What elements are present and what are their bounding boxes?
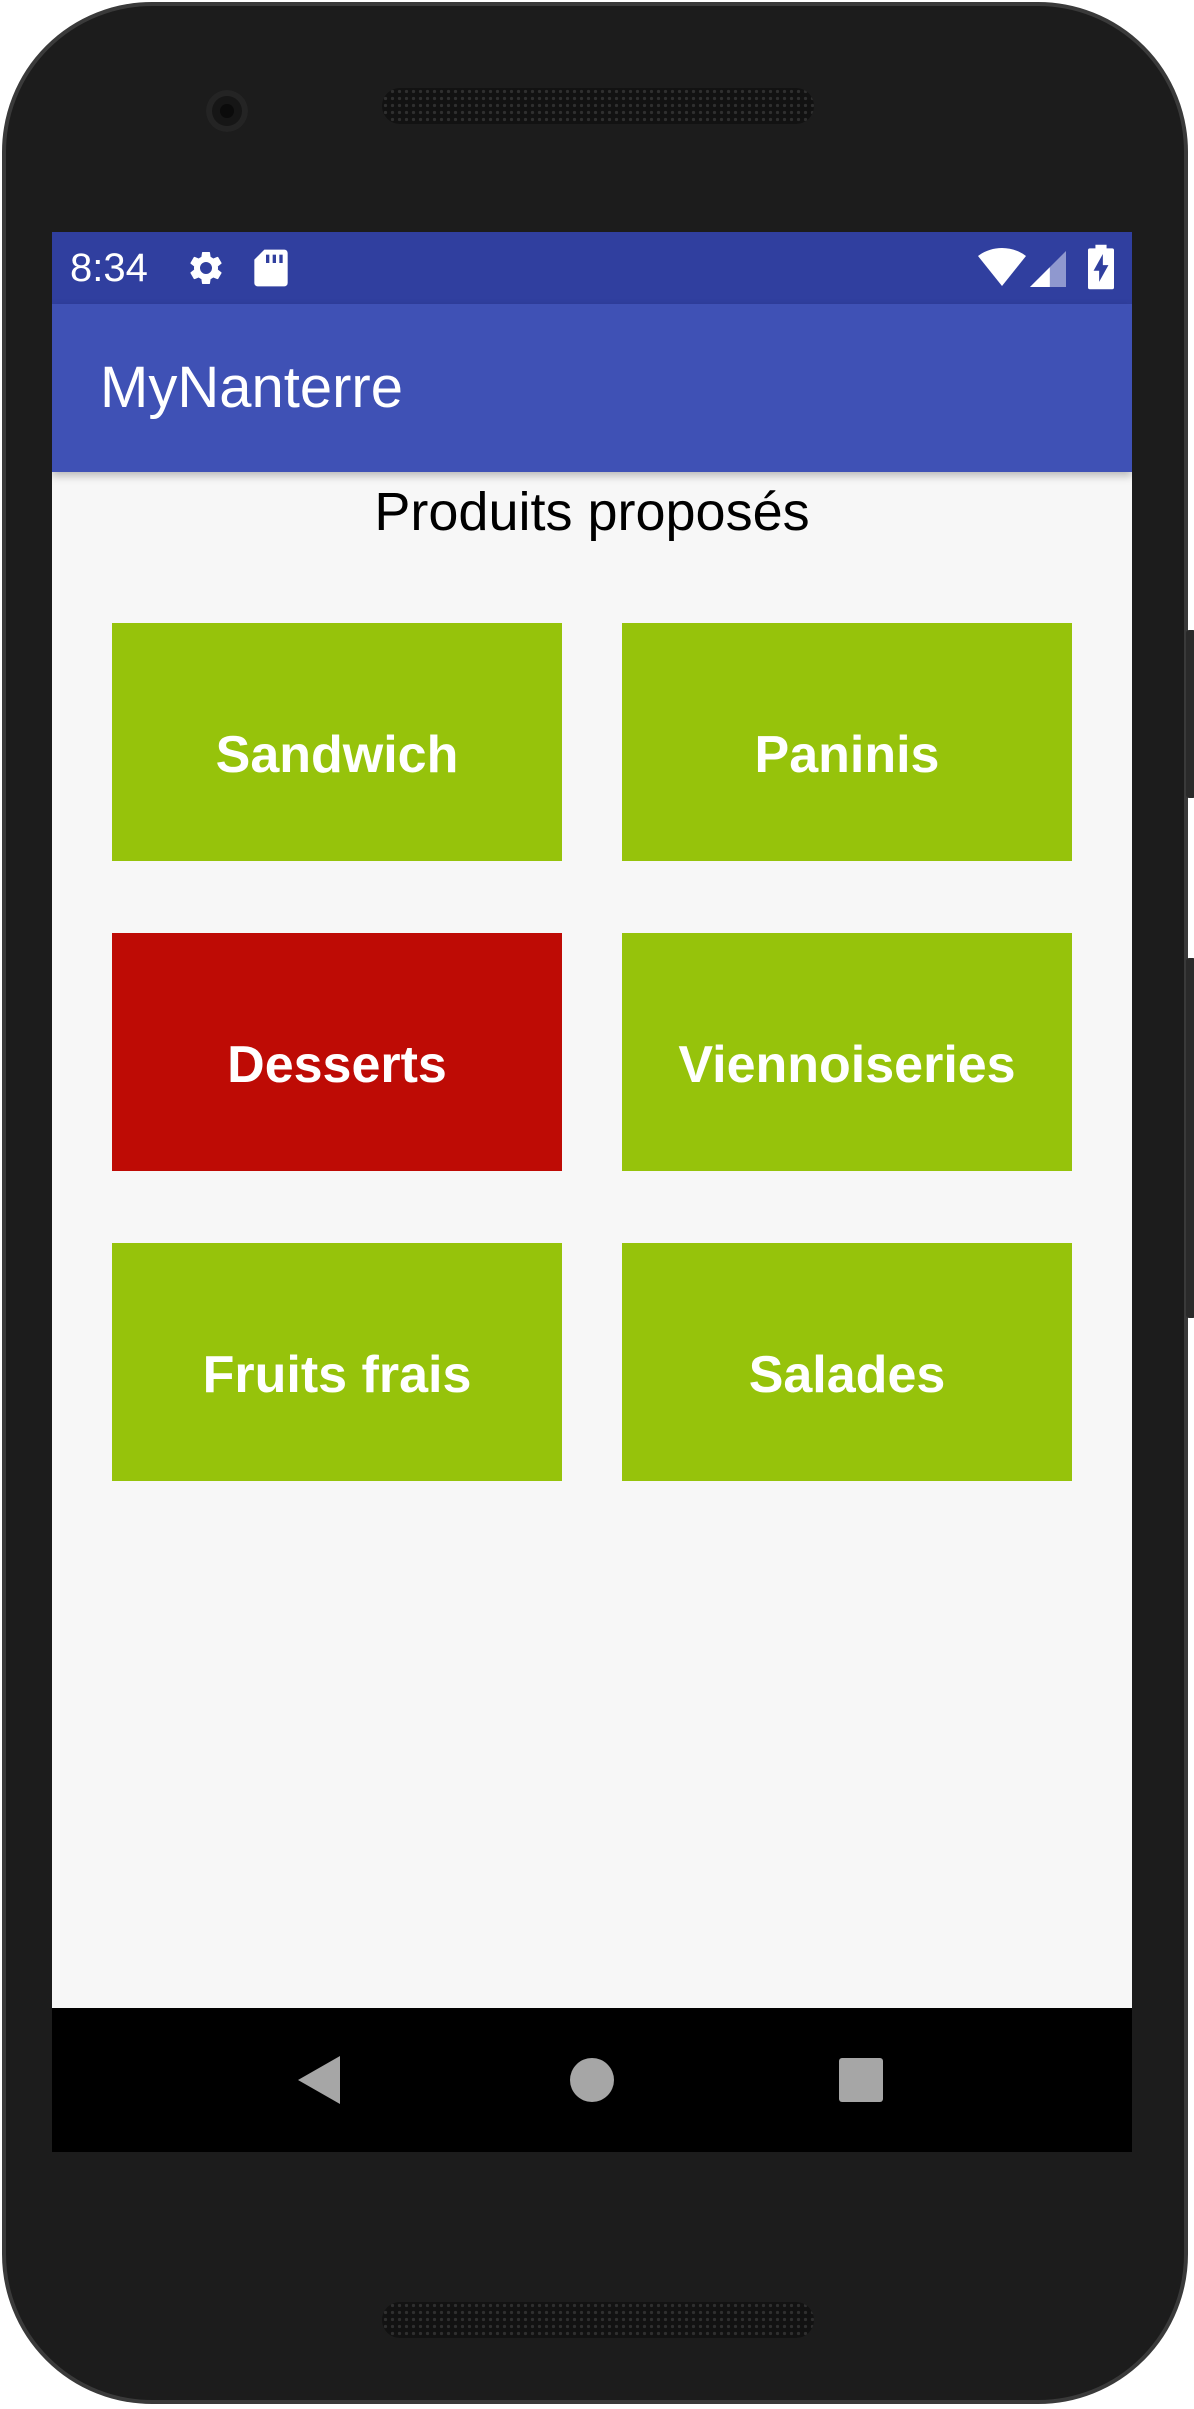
app-bar: MyNanterre: [52, 304, 1132, 472]
volume-button: [1186, 958, 1194, 1318]
signal-icon: [1030, 251, 1066, 287]
tile-label: Fruits frais: [202, 1346, 472, 1404]
tile-label: Paninis: [754, 726, 940, 784]
gear-icon: [190, 251, 222, 284]
tile-sandwich[interactable]: Sandwich: [112, 623, 562, 861]
sd-card-icon: [254, 249, 288, 287]
tile-desserts[interactable]: Desserts: [112, 933, 562, 1171]
tile-salades[interactable]: Salades: [622, 1243, 1072, 1481]
battery-charging-icon: [1088, 244, 1114, 290]
recents-icon[interactable]: [838, 2057, 884, 2103]
tile-label: Sandwich: [215, 726, 459, 784]
tile-viennoiseries[interactable]: Viennoiseries: [622, 933, 1072, 1171]
wifi-icon: [978, 248, 1026, 286]
app-title: MyNanterre: [100, 355, 403, 420]
tile-label: Desserts: [227, 1036, 447, 1094]
tile-label: Viennoiseries: [678, 1036, 1016, 1094]
power-button: [1186, 630, 1194, 798]
tile-label: Salades: [748, 1346, 946, 1404]
home-icon[interactable]: [569, 2057, 615, 2103]
tile-fruits-frais[interactable]: Fruits frais: [112, 1243, 562, 1481]
status-bar: 8:34: [52, 232, 1132, 304]
bottom-speaker: [382, 2302, 814, 2338]
top-speaker: [382, 88, 814, 124]
content-title: Produits proposés: [374, 482, 810, 542]
status-time: 8:34: [70, 246, 148, 290]
screen: 8:34 MyNanterre Produits proposés Sandwi…: [52, 232, 1132, 2152]
tile-paninis[interactable]: Paninis: [622, 623, 1072, 861]
back-icon[interactable]: [296, 2054, 342, 2106]
navigation-bar: [52, 2008, 1132, 2152]
front-camera: [206, 90, 248, 132]
